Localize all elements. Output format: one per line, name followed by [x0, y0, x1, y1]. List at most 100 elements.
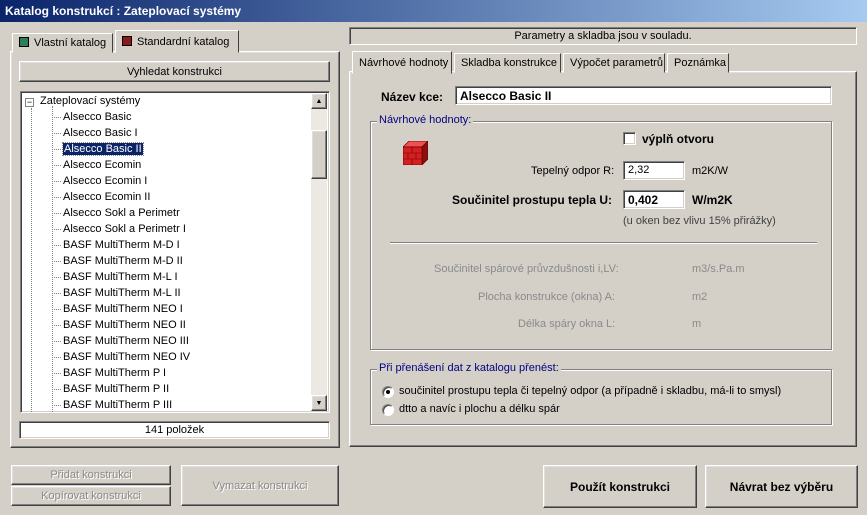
resistance-input[interactable]: 2,32: [623, 161, 685, 180]
tree-item-label: BASF MultiTherm M-L I: [63, 271, 178, 283]
tree-item[interactable]: BASF MultiTherm P I: [63, 365, 166, 381]
tree-item[interactable]: Alsecco Basic I: [63, 125, 138, 141]
transfer-option-u-radio[interactable]: [382, 386, 394, 398]
back-without-selection-label: Návrat bez výběru: [729, 479, 834, 494]
opening-fill-checkbox[interactable]: [623, 132, 636, 145]
name-label: Název kce:: [381, 90, 444, 104]
item-count-label: 141 položek: [144, 424, 205, 436]
tab-label: Skladba konstrukce: [461, 57, 557, 69]
tab-label: Standardní katalog: [137, 36, 230, 48]
length-label: Délka spáry okna L:: [518, 318, 616, 330]
brick-icon: [402, 140, 429, 166]
tree-item[interactable]: Alsecco Basic II: [62, 141, 144, 157]
u-note: (u oken bez vlivu 15% přirážky): [623, 215, 776, 227]
joint-unit: m3/s.Pa.m: [692, 263, 745, 275]
use-construction-label: Použít konstrukci: [569, 479, 670, 494]
tree-item[interactable]: BASF MultiTherm M-L I: [63, 269, 178, 285]
status-bar: Parametry a skladba jsou v souladu.: [349, 27, 857, 45]
add-construction-label: Přidat konstrukci: [50, 469, 132, 481]
scroll-thumb[interactable]: [311, 130, 327, 179]
scroll-up-button[interactable]: ▲: [311, 93, 327, 109]
window-title: Katalog konstrukcí : Zateplovací systémy: [0, 0, 867, 22]
tab-standardni-katalog[interactable]: Standardní katalog: [115, 30, 239, 53]
tree-item-label: BASF MultiTherm M-L II: [63, 287, 181, 299]
tab-vlastni-katalog[interactable]: Vlastní katalog: [12, 33, 113, 53]
transfer-option-area-label: dtto a navíc i plochu a délku spár: [399, 403, 560, 415]
joint-label: Součinitel spárové průvzdušnosti i,LV:: [434, 263, 619, 275]
add-construction-button[interactable]: Přidat konstrukci: [11, 465, 171, 485]
name-input[interactable]: Alsecco Basic II: [455, 86, 832, 105]
transfer-title: Při přenášení dat z katalogu přenést:: [377, 362, 561, 374]
tree-root-row[interactable]: − Zateplovací systémy: [25, 93, 140, 109]
tree-item-label: BASF MultiTherm NEO IV: [63, 351, 191, 363]
tab-label: Návrhové hodnoty: [359, 57, 449, 69]
separator: [390, 242, 817, 244]
catalog-tree[interactable]: − Zateplovací systémy Alsecco Basic Alsecc…: [20, 91, 330, 413]
tree-item[interactable]: Alsecco Basic: [63, 109, 131, 125]
copy-construction-button[interactable]: Kopírovat konstrukci: [11, 486, 171, 506]
tree-item-label: BASF MultiTherm P I: [63, 367, 167, 379]
delete-construction-button[interactable]: Vymazat konstrukci: [181, 465, 339, 506]
transfer-option-area-radio[interactable]: [382, 404, 394, 416]
u-input[interactable]: 0,402: [623, 190, 685, 209]
book-icon: [122, 36, 132, 46]
tree-item-label: BASF MultiTherm NEO I: [63, 303, 183, 315]
tree-item[interactable]: BASF MultiTherm M-L II: [63, 285, 181, 301]
tab-poznamka[interactable]: Poznámka: [667, 53, 729, 73]
tree-item-label: Alsecco Basic I: [63, 127, 138, 139]
use-construction-button[interactable]: Použít konstrukci: [543, 465, 697, 508]
tree-item[interactable]: Alsecco Ecomin II: [63, 189, 150, 205]
area-unit: m2: [692, 291, 708, 303]
tree-item[interactable]: Alsecco Sokl a Perimetr I: [63, 221, 186, 237]
tab-navrhove-hodnoty[interactable]: Návrhové hodnoty: [352, 51, 452, 74]
transfer-option-u-label: součinitel prostupu tepla či tepelný odp…: [399, 385, 782, 397]
tree-item-label: Alsecco Ecomin: [63, 159, 142, 171]
tree-item-label: BASF MultiTherm NEO III: [63, 335, 189, 347]
tab-label: Poznámka: [674, 57, 726, 69]
scroll-down-button[interactable]: ▼: [311, 395, 327, 411]
design-values-title: Návrhové hodnoty:: [377, 114, 474, 126]
tree-item[interactable]: BASF MultiTherm NEO I: [63, 301, 183, 317]
tree-root-label: Zateplovací systémy: [40, 95, 141, 107]
tree-scrollbar[interactable]: ▲ ▼: [311, 93, 327, 411]
transfer-group: [370, 369, 832, 425]
copy-construction-label: Kopírovat konstrukci: [41, 490, 141, 502]
tree-item-label: Alsecco Ecomin I: [63, 175, 148, 187]
resistance-unit: m2K/W: [692, 165, 729, 177]
area-label: Plocha konstrukce (okna) A:: [478, 291, 615, 303]
collapse-icon[interactable]: −: [25, 98, 34, 107]
tab-vypocet-parametru[interactable]: Výpočet parametrů: [563, 53, 665, 73]
tree-item-label: BASF MultiTherm P III: [63, 399, 173, 411]
resistance-label: Tepelný odpor R:: [531, 165, 615, 177]
tree-item[interactable]: Alsecco Sokl a Perimetr: [63, 205, 180, 221]
back-without-selection-button[interactable]: Návrat bez výběru: [705, 465, 858, 508]
tree-item[interactable]: BASF MultiTherm NEO IV: [63, 349, 190, 365]
tree-item-label: Alsecco Ecomin II: [63, 191, 151, 203]
delete-construction-label: Vymazat konstrukci: [212, 479, 308, 492]
tree-item-label: Alsecco Basic: [63, 111, 132, 123]
search-button[interactable]: Vyhledat konstrukci: [19, 61, 330, 82]
tree-item-label: BASF MultiTherm NEO II: [63, 319, 186, 331]
tree-item[interactable]: BASF MultiTherm NEO III: [63, 333, 189, 349]
tree-item-label: BASF MultiTherm M-D I: [63, 239, 180, 251]
tab-label: Výpočet parametrů: [570, 57, 663, 69]
item-count: 141 položek: [19, 421, 330, 439]
tree-item-label: Alsecco Sokl a Perimetr: [63, 207, 180, 219]
table-icon: [19, 37, 29, 47]
tree-item-label: Alsecco Basic II: [62, 142, 144, 156]
u-label: Součinitel prostupu tepla U:: [452, 193, 613, 207]
tree-item-label: Alsecco Sokl a Perimetr I: [63, 223, 186, 235]
tree-item[interactable]: BASF MultiTherm P II: [63, 381, 169, 397]
tree-item[interactable]: BASF MultiTherm NEO II: [63, 317, 186, 333]
tab-label: Vlastní katalog: [34, 37, 107, 49]
tree-item[interactable]: BASF MultiTherm M-D I: [63, 237, 180, 253]
u-unit: W/m2K: [692, 193, 733, 207]
tab-skladba-konstrukce[interactable]: Skladba konstrukce: [454, 53, 561, 73]
tree-item-label: BASF MultiTherm P II: [63, 383, 170, 395]
tree-item[interactable]: BASF MultiTherm M-D II: [63, 253, 183, 269]
tree-item[interactable]: Alsecco Ecomin: [63, 157, 141, 173]
tree-item-label: BASF MultiTherm M-D II: [63, 255, 183, 267]
opening-fill-label: výplň otvoru: [642, 132, 715, 146]
tree-item[interactable]: BASF MultiTherm P III: [63, 397, 173, 412]
tree-item[interactable]: Alsecco Ecomin I: [63, 173, 147, 189]
